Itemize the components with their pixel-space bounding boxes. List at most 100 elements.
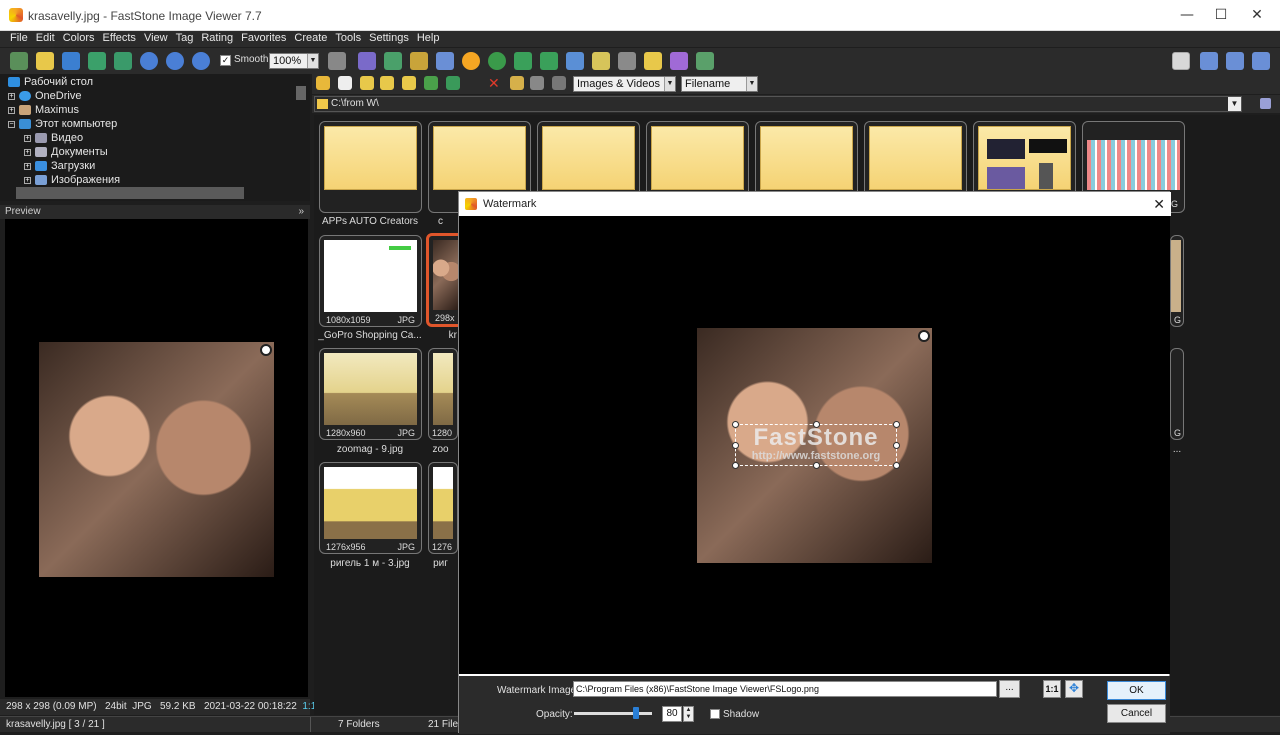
copy-to-icon[interactable] [424, 76, 438, 90]
collapse-icon[interactable]: − [8, 120, 15, 128]
slideshow-icon[interactable] [358, 52, 376, 70]
tree-item-pictures[interactable]: + Изображения [24, 174, 120, 186]
smooth-checkbox[interactable]: ✓ [220, 55, 231, 66]
menu-effects[interactable]: Effects [99, 31, 140, 46]
chevron-down-icon[interactable]: ▼ [1228, 97, 1241, 111]
menu-favorites[interactable]: Favorites [237, 31, 290, 46]
menu-tools[interactable]: Tools [331, 31, 365, 46]
sort-combo[interactable]: Filename ▼ [681, 76, 758, 92]
save-as-icon[interactable] [88, 52, 106, 70]
thumbnail-image[interactable]: 1080x1059 JPG [319, 235, 422, 327]
tree-item-desktop[interactable]: Рабочий стол [8, 76, 93, 88]
watermark-selection[interactable]: FastStone http://www.faststone.org [732, 421, 900, 469]
resize-handle[interactable] [732, 442, 739, 449]
opacity-slider[interactable] [574, 707, 652, 719]
resize-handle[interactable] [893, 421, 900, 428]
path-input[interactable]: C:\from W\ ▼ [314, 96, 1242, 112]
thumbnail-image[interactable]: G [1170, 348, 1184, 440]
expand-icon[interactable]: + [24, 176, 31, 184]
actual-size-button[interactable]: 1:1 [1043, 680, 1061, 698]
expand-icon[interactable]: + [24, 162, 31, 170]
resize-handle[interactable] [732, 462, 739, 469]
email-icon[interactable] [644, 52, 662, 70]
tree-hscroll-thumb[interactable] [16, 187, 244, 199]
thumbnail-size-icon[interactable] [510, 76, 524, 90]
resize-handle[interactable] [893, 462, 900, 469]
delete-icon[interactable]: ✕ [488, 76, 500, 90]
layout-preview-icon[interactable] [1200, 52, 1218, 70]
batch-icon[interactable] [592, 52, 610, 70]
camera-icon[interactable] [10, 52, 28, 70]
new-folder-icon[interactable] [402, 76, 416, 90]
menu-rating[interactable]: Rating [197, 31, 237, 46]
wallpaper-icon[interactable] [696, 52, 714, 70]
fullscreen-icon[interactable] [1252, 52, 1270, 70]
ok-button[interactable]: OK [1107, 681, 1166, 700]
hand-tool-icon[interactable] [328, 52, 346, 70]
rotate-left-icon[interactable] [514, 52, 532, 70]
thumbnail-image[interactable]: 1276 [428, 462, 458, 554]
thumbnail-image[interactable]: G [1170, 235, 1184, 327]
back-arrow-icon[interactable] [316, 76, 330, 90]
color-adjust-icon[interactable] [436, 52, 454, 70]
center-position-icon[interactable]: ✥ [1065, 680, 1083, 698]
menu-colors[interactable]: Colors [59, 31, 99, 46]
tree-scrollbar-thumb[interactable] [296, 86, 306, 100]
crop-icon[interactable] [384, 52, 402, 70]
tree-item-downloads[interactable]: + Загрузки [24, 160, 95, 172]
close-window-button[interactable]: ✕ [1234, 0, 1280, 31]
cancel-button[interactable]: Cancel [1107, 704, 1166, 723]
clipboard-icon[interactable] [1260, 98, 1271, 109]
favorite-folder-icon[interactable] [380, 76, 394, 90]
opacity-slider-thumb[interactable] [633, 707, 640, 719]
grid-view-icon[interactable] [530, 76, 544, 90]
tree-item-onedrive[interactable]: + OneDrive [8, 90, 81, 102]
tree-item-maximus[interactable]: + Maximus [8, 104, 79, 116]
watermark-path-input[interactable]: C:\Program Files (x86)\FastStone Image V… [573, 681, 997, 697]
refresh-icon[interactable] [114, 52, 132, 70]
effects-icon[interactable] [462, 52, 480, 70]
menu-view[interactable]: View [140, 31, 172, 46]
expand-icon[interactable]: + [24, 134, 31, 142]
compare-icon[interactable] [566, 52, 584, 70]
collapse-preview-icon[interactable]: » [298, 205, 304, 219]
tree-item-documents[interactable]: + Документы [24, 146, 108, 158]
save-icon[interactable] [62, 52, 80, 70]
move-to-icon[interactable] [446, 76, 460, 90]
resize-handle[interactable] [893, 442, 900, 449]
layout-browser-icon[interactable] [1172, 52, 1190, 70]
thumbnail-image[interactable]: 1280 [428, 348, 458, 440]
resize-handle[interactable] [732, 421, 739, 428]
zoom-out-icon[interactable] [166, 52, 184, 70]
menu-tag[interactable]: Tag [172, 31, 198, 46]
expand-icon[interactable]: + [24, 148, 31, 156]
expand-icon[interactable]: + [8, 92, 15, 100]
zoom-in-icon[interactable] [140, 52, 158, 70]
tree-item-this-pc[interactable]: − Этот компьютер [8, 118, 117, 130]
layout-thumbs-icon[interactable] [1226, 52, 1244, 70]
menu-file[interactable]: File [6, 31, 32, 46]
forward-arrow-icon[interactable] [338, 76, 352, 90]
print-icon[interactable] [670, 52, 688, 70]
zoom-combo[interactable]: 100% ▼ [269, 53, 319, 69]
resize-icon[interactable] [410, 52, 428, 70]
resize-handle[interactable] [813, 421, 820, 428]
menu-create[interactable]: Create [290, 31, 331, 46]
opacity-spinner[interactable]: ▲ ▼ [683, 706, 694, 722]
menu-help[interactable]: Help [413, 31, 444, 46]
thumbnail-folder[interactable] [319, 121, 422, 213]
menu-settings[interactable]: Settings [365, 31, 413, 46]
open-folder-icon[interactable] [36, 52, 54, 70]
expand-icon[interactable]: + [8, 106, 15, 114]
red-eye-icon[interactable] [488, 52, 506, 70]
shadow-checkbox[interactable] [710, 709, 720, 719]
opacity-input[interactable]: 80 [662, 706, 682, 722]
browse-button[interactable]: ... [999, 680, 1020, 698]
filter-combo[interactable]: Images & Videos ▼ [573, 76, 676, 92]
resize-handle[interactable] [813, 462, 820, 469]
actual-size-icon[interactable] [192, 52, 210, 70]
rotate-right-icon[interactable] [540, 52, 558, 70]
up-folder-icon[interactable] [360, 76, 374, 90]
thumbnail-image[interactable]: 1276x956 JPG [319, 462, 422, 554]
scanner-icon[interactable] [618, 52, 636, 70]
